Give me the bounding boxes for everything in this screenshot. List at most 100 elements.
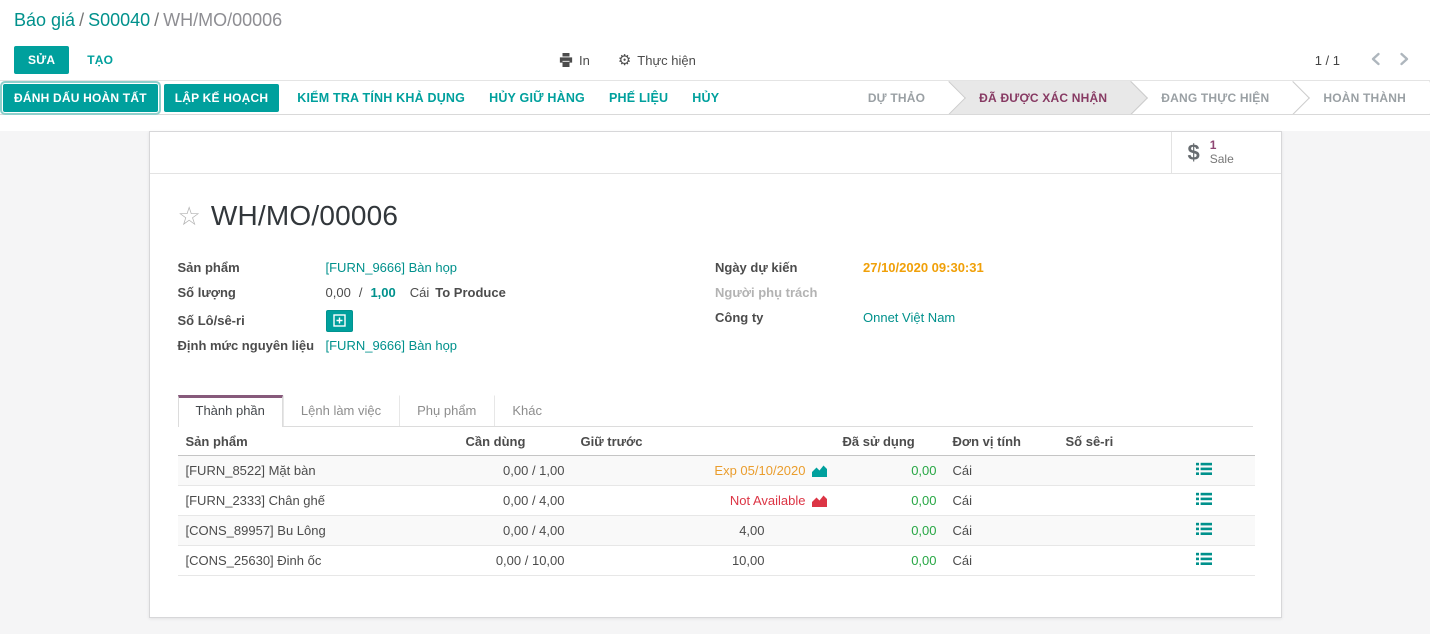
status-step-draft[interactable]: DỰ THẢO [838,81,949,114]
status-step-done[interactable]: HOÀN THÀNH [1293,81,1430,114]
reserved-value: Not Available [730,493,806,508]
chevron-left-icon[interactable] [1368,50,1383,71]
serial-cell [1058,456,1188,486]
breadcrumb-separator: / [150,10,163,30]
field-column-left: Sản phẩm [FURN_9666] Bàn họp Số lượng 0,… [178,258,716,361]
field-label: Số lượng [178,283,326,303]
reserved-cell: 10,00 [573,546,835,576]
tab-byproducts[interactable]: Phụ phẩm [399,395,494,426]
field-quantity: Số lượng 0,00/1,00CáiTo Produce [178,283,716,308]
consumed-cell: 0,00 [835,546,945,576]
col-header-serial[interactable]: Số sê-ri [1058,427,1188,456]
dollar-icon: $ [1188,140,1200,166]
edit-button[interactable]: SỬA [14,46,69,74]
mark-done-button[interactable]: ĐÁNH DẤU HOÀN TẤT [3,84,158,112]
gear-icon: ⚙ [618,53,631,68]
col-header-consumed[interactable]: Đã sử dụng [835,427,945,456]
breadcrumb-current: WH/MO/00006 [163,10,282,30]
product-cell: [CONS_89957] Bu Lông [178,516,458,546]
forecast-chart-icon[interactable] [812,465,827,477]
field-column-right: Ngày dự kiến 27/10/2020 09:30:31 Người p… [715,258,1253,361]
breadcrumb-link-quotation[interactable]: Báo giá [14,10,75,30]
col-header-reserved[interactable]: Giữ trước [573,427,835,456]
field-label: Sản phẩm [178,258,326,278]
pager-count: 1 / 1 [1315,53,1340,68]
field-bom: Định mức nguyên liệu [FURN_9666] Bàn họp [178,336,716,361]
action-menu-label: Thực hiện [637,53,696,68]
serial-cell [1058,486,1188,516]
actions-cell [1188,546,1255,576]
reserved-value: Exp 05/10/2020 [714,463,805,478]
quantity-separator: / [351,285,371,300]
smart-button-row: $ 1 Sale [150,132,1281,174]
sheet-body: ☆ WH/MO/00006 Sản phẩm [FURN_9666] Bàn h… [150,174,1281,576]
plan-button[interactable]: LẬP KẾ HOẠCH [164,84,280,112]
consumed-cell: 0,00 [835,456,945,486]
notebook-tabs: Thành phần Lệnh làm việc Phụ phẩm Khác [178,395,1253,427]
col-header-product[interactable]: Sản phẩm [178,427,458,456]
serial-cell [1058,546,1188,576]
field-group: Sản phẩm [FURN_9666] Bàn họp Số lượng 0,… [178,258,1253,361]
list-details-icon[interactable] [1196,462,1212,476]
reserved-cell: 4,00 [573,516,835,546]
quantity-note: To Produce [429,285,506,300]
create-button[interactable]: TẠO [77,47,123,73]
field-label: Người phụ trách [715,283,863,303]
field-label: Công ty [715,308,863,328]
field-label: Định mức nguyên liệu [178,336,326,356]
uom-cell: Cái [945,516,1058,546]
tab-components[interactable]: Thành phần [178,395,283,427]
favorite-star-icon[interactable]: ☆ [178,203,201,229]
action-menu-button[interactable]: ⚙ Thực hiện [618,53,696,68]
col-header-uom[interactable]: Đơn vị tính [945,427,1058,456]
to-consume-cell: 0,00 / 1,00 [458,456,573,486]
table-header-row: Sản phẩm Cần dùng Giữ trước Đã sử dụng Đ… [178,427,1255,456]
field-responsible: Người phụ trách [715,283,1253,308]
scrap-button[interactable]: PHẾ LIỆU [597,85,680,111]
print-menu-label: In [579,53,590,68]
control-panel: Báo giá/S00040/WH/MO/00006 SỬA TẠO In ⚙ … [0,0,1430,80]
company-link[interactable]: Onnet Việt Nam [863,310,955,325]
planned-date-value: 27/10/2020 09:30:31 [863,258,984,278]
printer-icon [559,53,573,67]
add-lot-button[interactable] [326,310,353,332]
breadcrumb-link-sale-order[interactable]: S00040 [88,10,150,30]
uom-cell: Cái [945,456,1058,486]
statusbar: ĐÁNH DẤU HOÀN TẤT LẬP KẾ HOẠCH KIỂM TRA … [0,80,1430,115]
status-step-in-progress[interactable]: ĐANG THỰC HIỆN [1131,81,1293,114]
check-availability-button[interactable]: KIỂM TRA TÍNH KHẢ DỤNG [285,85,477,111]
status-step-confirmed[interactable]: ĐÃ ĐƯỢC XÁC NHẬN [949,81,1131,114]
print-menu-button[interactable]: In [559,53,590,68]
control-panel-buttons: SỬA TẠO In ⚙ Thực hiện 1 / 1 [14,40,1430,80]
list-details-icon[interactable] [1196,552,1212,566]
tab-misc[interactable]: Khác [494,395,560,426]
product-link[interactable]: [FURN_9666] Bàn họp [326,260,458,275]
statusbar-buttons: ĐÁNH DẤU HOÀN TẤT LẬP KẾ HOẠCH KIỂM TRA … [3,81,731,114]
product-cell: [FURN_8522] Mặt bàn [178,456,458,486]
unreserve-button[interactable]: HỦY GIỮ HÀNG [477,85,597,111]
quantity-uom: Cái [410,285,430,300]
chevron-right-icon[interactable] [1397,50,1412,71]
list-details-icon[interactable] [1196,522,1212,536]
table-row[interactable]: [CONS_89957] Bu Lông 0,00 / 4,00 4,00 0,… [178,516,1255,546]
list-details-icon[interactable] [1196,492,1212,506]
forecast-chart-icon[interactable] [812,495,827,507]
product-cell: [CONS_25630] Đinh ốc [178,546,458,576]
reserved-cell: Exp 05/10/2020 [573,456,835,486]
actions-cell [1188,456,1255,486]
table-row[interactable]: [FURN_2333] Chân ghế 0,00 / 4,00 Not Ava… [178,486,1255,516]
table-row[interactable]: [CONS_25630] Đinh ốc 0,00 / 10,00 10,00 … [178,546,1255,576]
field-product: Sản phẩm [FURN_9666] Bàn họp [178,258,716,283]
sale-smart-button[interactable]: $ 1 Sale [1171,132,1281,173]
serial-cell [1058,516,1188,546]
breadcrumb-separator: / [75,10,88,30]
product-cell: [FURN_2333] Chân ghế [178,486,458,516]
bom-link[interactable]: [FURN_9666] Bàn họp [326,338,458,353]
cancel-button[interactable]: HỦY [680,85,731,111]
col-header-to-consume[interactable]: Cần dùng [458,427,573,456]
field-company: Công ty Onnet Việt Nam [715,308,1253,333]
field-planned-date: Ngày dự kiến 27/10/2020 09:30:31 [715,258,1253,283]
tab-work-orders[interactable]: Lệnh làm việc [283,395,399,426]
table-row[interactable]: [FURN_8522] Mặt bàn 0,00 / 1,00 Exp 05/1… [178,456,1255,486]
field-label: Số Lô/sê-ri [178,311,326,331]
